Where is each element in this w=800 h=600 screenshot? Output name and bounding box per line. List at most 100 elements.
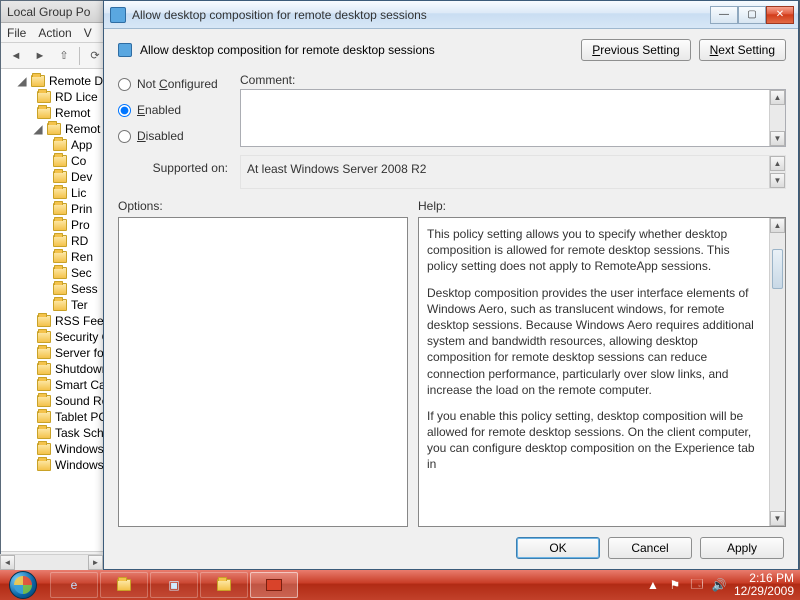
taskbar-item-explorer[interactable] xyxy=(100,572,148,598)
folder-icon xyxy=(47,123,61,135)
folder-icon xyxy=(117,579,131,591)
toolbox-icon xyxy=(266,579,282,591)
scroll-up-icon[interactable]: ▲ xyxy=(770,156,785,171)
options-box xyxy=(118,217,408,527)
folder-icon xyxy=(53,267,67,279)
supported-scrollbar[interactable]: ▲ ▼ xyxy=(769,156,785,188)
folder-icon xyxy=(53,299,67,311)
folder-icon xyxy=(53,219,67,231)
folder-icon xyxy=(37,91,51,103)
folder-icon xyxy=(31,75,45,87)
clock[interactable]: 2:16 PM 12/29/2009 xyxy=(734,572,794,598)
taskbar-item-explorer2[interactable] xyxy=(200,572,248,598)
flag-icon[interactable]: ⚑ xyxy=(668,578,682,592)
folder-icon xyxy=(37,443,51,455)
powershell-icon: ▣ xyxy=(168,578,179,592)
help-p3: If you enable this policy setting, deskt… xyxy=(427,408,763,473)
help-p1: This policy setting allows you to specif… xyxy=(427,226,763,275)
help-box: This policy setting allows you to specif… xyxy=(418,217,786,527)
dialog-titlebar[interactable]: Allow desktop composition for remote des… xyxy=(104,1,798,29)
start-orb-icon xyxy=(9,571,37,599)
forward-button[interactable]: ► xyxy=(29,46,51,66)
policy-dialog: Allow desktop composition for remote des… xyxy=(103,0,799,570)
folder-icon xyxy=(53,139,67,151)
prev-rest: revious Setting xyxy=(600,43,679,57)
comment-scrollbar[interactable]: ▲ ▼ xyxy=(769,90,785,146)
folder-icon xyxy=(37,363,51,375)
scroll-down-icon[interactable]: ▼ xyxy=(770,131,785,146)
folder-icon xyxy=(53,187,67,199)
folder-icon xyxy=(37,347,51,359)
scroll-thumb[interactable] xyxy=(772,249,783,289)
scroll-up-icon[interactable]: ▲ xyxy=(770,218,785,233)
folder-icon xyxy=(37,331,51,343)
cancel-button[interactable]: Cancel xyxy=(608,537,692,559)
next-rest: ext Setting xyxy=(718,43,775,57)
taskbar-items: e ▣ xyxy=(46,570,302,600)
scroll-up-icon[interactable]: ▲ xyxy=(770,90,785,105)
previous-setting-button[interactable]: Previous Setting xyxy=(581,39,690,61)
folder-icon xyxy=(37,459,51,471)
tree-root-label: Remote De xyxy=(49,74,110,88)
dialog-heading: Allow desktop composition for remote des… xyxy=(140,43,435,57)
ie-icon: e xyxy=(71,578,78,592)
clock-date: 12/29/2009 xyxy=(734,585,794,598)
folder-icon xyxy=(53,235,67,247)
gpe-title-text: Local Group Po xyxy=(7,5,90,19)
folder-icon xyxy=(37,379,51,391)
help-text: This policy setting allows you to specif… xyxy=(419,218,785,526)
folder-icon xyxy=(37,315,51,327)
dialog-title-icon xyxy=(110,7,126,23)
folder-icon xyxy=(53,251,67,263)
help-scrollbar[interactable]: ▲ ▼ xyxy=(769,218,785,526)
system-tray: ▲ ⚑ 🗔 🔊 2:16 PM 12/29/2009 xyxy=(640,572,800,598)
folder-icon xyxy=(37,395,51,407)
state-radios: Not Configured Enabled Disabled xyxy=(118,73,228,147)
next-setting-button[interactable]: Next Setting xyxy=(699,39,786,61)
volume-icon[interactable]: 🔊 xyxy=(712,578,726,592)
apply-button[interactable]: Apply xyxy=(700,537,784,559)
folder-icon xyxy=(53,155,67,167)
menu-file[interactable]: File xyxy=(7,26,26,40)
scroll-down-icon[interactable]: ▼ xyxy=(770,511,785,526)
toolbar-divider xyxy=(79,47,80,65)
radio-not-configured[interactable]: Not Configured xyxy=(118,77,228,91)
up-button[interactable]: ⇧ xyxy=(53,46,75,66)
close-button[interactable]: ✕ xyxy=(766,6,794,24)
back-button[interactable]: ◄ xyxy=(5,46,27,66)
ok-button[interactable]: OK xyxy=(516,537,600,559)
start-button[interactable] xyxy=(0,570,46,600)
folder-icon xyxy=(37,427,51,439)
menu-action[interactable]: Action xyxy=(38,26,71,40)
taskbar: e ▣ ▲ ⚑ 🗔 🔊 2:16 PM 12/29/2009 xyxy=(0,570,800,600)
folder-icon xyxy=(53,203,67,215)
comment-textbox[interactable]: ▲ ▼ xyxy=(240,89,786,147)
scroll-left-icon[interactable]: ◄ xyxy=(0,555,15,570)
comment-label: Comment: xyxy=(240,73,786,87)
menu-view-cut[interactable]: V xyxy=(84,26,92,40)
supported-text: At least Windows Server 2008 R2 xyxy=(247,162,426,176)
maximize-button[interactable]: ▢ xyxy=(738,6,766,24)
folder-icon xyxy=(53,283,67,295)
folder-icon xyxy=(37,107,51,119)
folder-icon xyxy=(53,171,67,183)
scroll-right-icon[interactable]: ► xyxy=(88,555,103,570)
folder-icon xyxy=(37,411,51,423)
supported-label: Supported on: xyxy=(118,155,228,175)
scroll-down-icon[interactable]: ▼ xyxy=(770,173,785,188)
taskbar-item-ie[interactable]: e xyxy=(50,572,98,598)
tree-hscrollbar[interactable]: ◄ ► xyxy=(0,554,103,570)
supported-box: At least Windows Server 2008 R2 ▲ ▼ xyxy=(240,155,786,189)
minimize-button[interactable]: ― xyxy=(710,6,738,24)
policy-icon xyxy=(118,43,132,57)
network-icon[interactable]: 🗔 xyxy=(690,578,704,592)
folder-icon xyxy=(217,579,231,591)
tray-up-icon[interactable]: ▲ xyxy=(646,578,660,592)
dialog-body: Allow desktop composition for remote des… xyxy=(104,29,798,569)
taskbar-item-active[interactable] xyxy=(250,572,298,598)
radio-enabled[interactable]: Enabled xyxy=(118,103,228,117)
radio-disabled[interactable]: Disabled xyxy=(118,129,228,143)
help-label: Help: xyxy=(418,199,786,213)
taskbar-item-powershell[interactable]: ▣ xyxy=(150,572,198,598)
dialog-title-text: Allow desktop composition for remote des… xyxy=(132,8,710,22)
